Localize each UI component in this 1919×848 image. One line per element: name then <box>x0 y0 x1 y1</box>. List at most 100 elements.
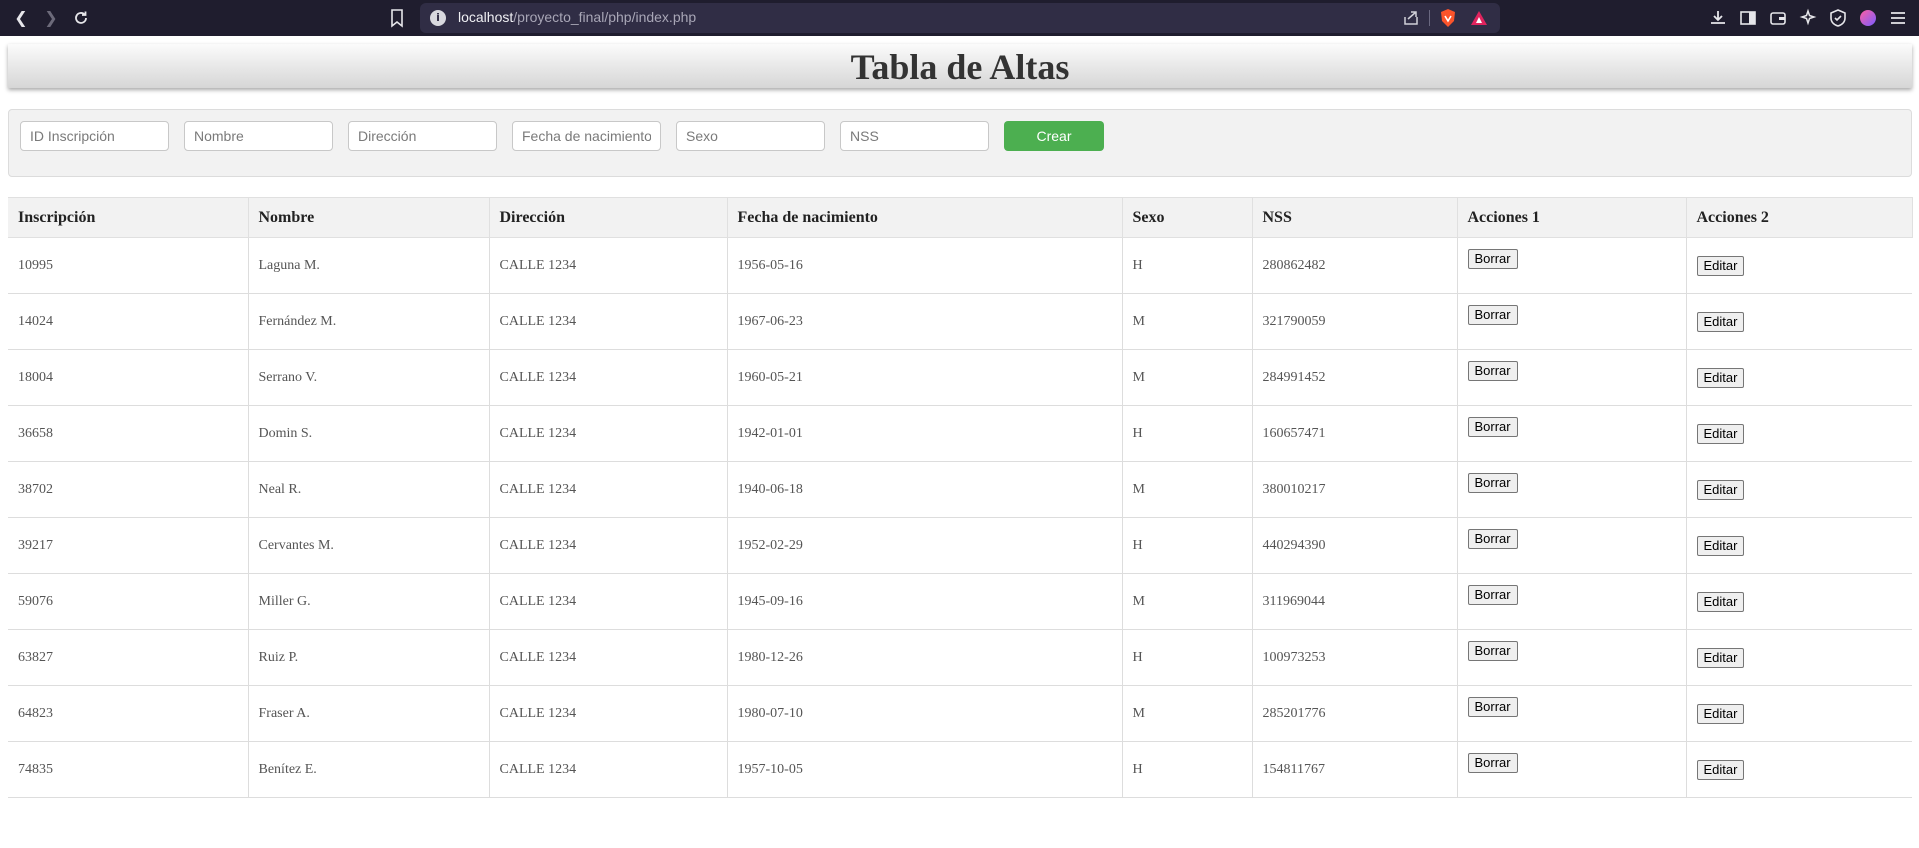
cell-nss: 380010217 <box>1251 461 1457 518</box>
cell-direccion: CALLE 1234 <box>488 293 727 350</box>
editar-button[interactable]: Editar <box>1696 479 1745 500</box>
download-icon[interactable] <box>1708 8 1728 28</box>
profile-avatar[interactable] <box>1858 8 1878 28</box>
rewards-icon[interactable] <box>1470 9 1488 27</box>
table-row: 14024 Fernández M. CALLE 1234 1967-06-23… <box>8 293 1912 350</box>
cell-sexo: H <box>1121 237 1252 294</box>
borrar-button[interactable]: Borrar <box>1467 417 1518 437</box>
cell-nombre: Neal R. <box>247 461 489 518</box>
sexo-input[interactable] <box>676 121 825 151</box>
cell-inscripcion: 10995 <box>8 237 248 294</box>
borrar-button[interactable]: Borrar <box>1467 585 1518 605</box>
vpn-shield-icon[interactable] <box>1828 8 1848 28</box>
cell-acciones-1: Borrar <box>1456 461 1686 518</box>
address-bar[interactable]: i localhost/proyecto_final/php/index.php <box>420 3 1500 33</box>
back-icon[interactable]: ❮ <box>9 6 33 30</box>
cell-acciones-2: Editar <box>1685 573 1912 630</box>
direccion-input[interactable] <box>348 121 497 151</box>
borrar-button[interactable]: Borrar <box>1467 641 1518 661</box>
cell-inscripcion: 18004 <box>8 349 248 406</box>
forward-icon[interactable]: ❯ <box>39 6 63 30</box>
cell-inscripcion: 59076 <box>8 573 248 630</box>
cell-nombre: Serrano V. <box>247 349 489 406</box>
cell-inscripcion: 39217 <box>8 517 248 574</box>
altas-table: Inscripción Nombre Dirección Fecha de na… <box>8 197 1913 798</box>
wallet-icon[interactable] <box>1768 8 1788 28</box>
header-nss: NSS <box>1251 197 1458 238</box>
cell-acciones-1: Borrar <box>1456 741 1686 798</box>
browser-toolbar: ❮ ❯ i localhost/proyecto_final/php/index… <box>0 0 1919 36</box>
menu-icon[interactable] <box>1888 8 1908 28</box>
cell-sexo: H <box>1121 629 1252 686</box>
cell-sexo: H <box>1121 517 1252 574</box>
cell-acciones-1: Borrar <box>1456 573 1686 630</box>
cell-direccion: CALLE 1234 <box>488 349 727 406</box>
borrar-button[interactable]: Borrar <box>1467 473 1518 493</box>
brave-shields-icon[interactable] <box>1438 8 1458 28</box>
cell-nombre: Miller G. <box>247 573 489 630</box>
cell-nss: 154811767 <box>1251 741 1457 798</box>
editar-button[interactable]: Editar <box>1696 423 1745 444</box>
fecha-nacimiento-input[interactable] <box>512 121 661 151</box>
share-icon[interactable] <box>1402 9 1420 27</box>
cell-inscripcion: 63827 <box>8 629 248 686</box>
id-inscripcion-input[interactable] <box>20 121 169 151</box>
borrar-button[interactable]: Borrar <box>1467 361 1518 381</box>
reload-icon[interactable] <box>69 6 93 30</box>
cell-acciones-2: Editar <box>1685 405 1912 462</box>
table-header-row: Inscripción Nombre Dirección Fecha de na… <box>8 197 1913 238</box>
cell-acciones-1: Borrar <box>1456 237 1686 294</box>
table-row: 39217 Cervantes M. CALLE 1234 1952-02-29… <box>8 517 1912 574</box>
table-row: 74835 Benítez E. CALLE 1234 1957-10-05 H… <box>8 741 1912 798</box>
cell-fecha: 1967-06-23 <box>726 293 1122 350</box>
site-info-icon[interactable]: i <box>430 10 446 26</box>
cell-nss: 100973253 <box>1251 629 1457 686</box>
cell-acciones-2: Editar <box>1685 349 1912 406</box>
borrar-button[interactable]: Borrar <box>1467 697 1518 717</box>
cell-direccion: CALLE 1234 <box>488 685 727 742</box>
borrar-button[interactable]: Borrar <box>1467 249 1518 269</box>
page-header: Tabla de Altas <box>8 44 1912 88</box>
leo-ai-icon[interactable] <box>1798 8 1818 28</box>
cell-inscripcion: 64823 <box>8 685 248 742</box>
borrar-button[interactable]: Borrar <box>1467 529 1518 549</box>
bookmark-icon[interactable] <box>385 6 409 30</box>
cell-fecha: 1942-01-01 <box>726 405 1122 462</box>
cell-acciones-2: Editar <box>1685 629 1912 686</box>
header-inscripcion: Inscripción <box>8 197 249 238</box>
cell-direccion: CALLE 1234 <box>488 517 727 574</box>
cell-direccion: CALLE 1234 <box>488 573 727 630</box>
cell-acciones-1: Borrar <box>1456 517 1686 574</box>
editar-button[interactable]: Editar <box>1696 647 1745 668</box>
borrar-button[interactable]: Borrar <box>1467 753 1518 773</box>
editar-button[interactable]: Editar <box>1696 367 1745 388</box>
cell-fecha: 1956-05-16 <box>726 237 1122 294</box>
cell-acciones-2: Editar <box>1685 237 1912 294</box>
cell-acciones-1: Borrar <box>1456 293 1686 350</box>
editar-button[interactable]: Editar <box>1696 703 1745 724</box>
cell-nombre: Benítez E. <box>247 741 489 798</box>
cell-nss: 160657471 <box>1251 405 1457 462</box>
editar-button[interactable]: Editar <box>1696 591 1745 612</box>
editar-button[interactable]: Editar <box>1696 311 1745 332</box>
header-acciones-2: Acciones 2 <box>1685 197 1913 238</box>
cell-acciones-1: Borrar <box>1456 685 1686 742</box>
editar-button[interactable]: Editar <box>1696 255 1745 276</box>
cell-inscripcion: 74835 <box>8 741 248 798</box>
editar-button[interactable]: Editar <box>1696 535 1745 556</box>
cell-nss: 280862482 <box>1251 237 1457 294</box>
table-row: 63827 Ruiz P. CALLE 1234 1980-12-26 H 10… <box>8 629 1912 686</box>
cell-acciones-2: Editar <box>1685 741 1912 798</box>
nss-input[interactable] <box>840 121 989 151</box>
crear-button[interactable]: Crear <box>1004 121 1104 151</box>
sidebar-icon[interactable] <box>1738 8 1758 28</box>
cell-nss: 285201776 <box>1251 685 1457 742</box>
cell-nss: 311969044 <box>1251 573 1457 630</box>
nombre-input[interactable] <box>184 121 333 151</box>
borrar-button[interactable]: Borrar <box>1467 305 1518 325</box>
cell-direccion: CALLE 1234 <box>488 237 727 294</box>
editar-button[interactable]: Editar <box>1696 759 1745 780</box>
cell-fecha: 1960-05-21 <box>726 349 1122 406</box>
header-fecha-nacimiento: Fecha de nacimiento <box>726 197 1123 238</box>
header-nombre: Nombre <box>247 197 490 238</box>
